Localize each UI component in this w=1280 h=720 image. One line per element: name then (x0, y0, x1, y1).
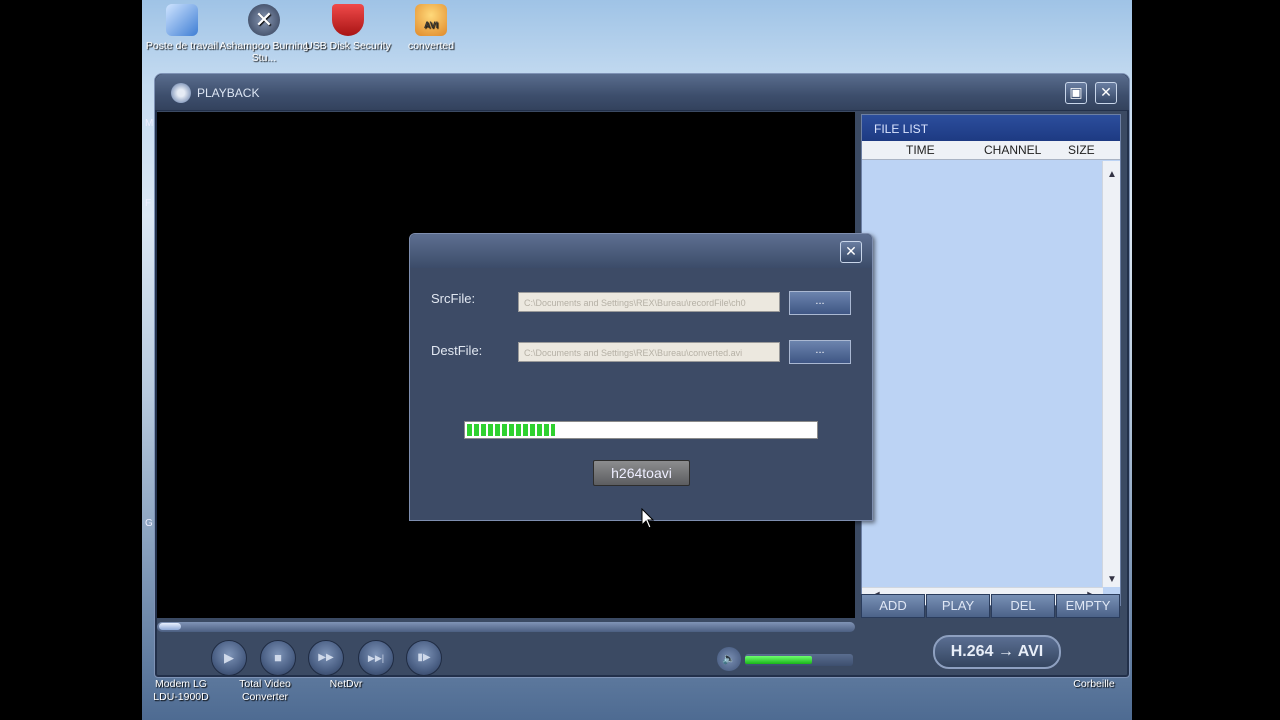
playback-title-bar[interactable]: PLAYBACK ▣ ✕ (155, 74, 1129, 111)
column-size[interactable]: SIZE (1068, 143, 1095, 157)
desktop-icon-usb-disk-security[interactable]: USB Disk Security (303, 2, 393, 52)
avi-file-icon: AVI (415, 4, 447, 36)
desktop-icon-modem[interactable]: Modem LG LDU-1900D (150, 678, 212, 704)
h264toavi-button[interactable]: h264toavi (593, 460, 690, 486)
step-forward-icon: ▶▶| (367, 653, 385, 663)
delete-button[interactable]: DEL (991, 594, 1055, 618)
desktop-icon-corbeille[interactable]: Corbeille (1066, 678, 1122, 691)
close-button[interactable]: ✕ (1095, 82, 1117, 104)
play-button[interactable]: ▶ (211, 640, 247, 676)
dialog-title-bar[interactable]: ✕ (410, 234, 872, 268)
h264-to-avi-button[interactable]: H.264 → AVI (933, 635, 1061, 669)
desktop-icon-poste-de-travail[interactable]: Poste de travail (142, 2, 227, 52)
convert-dialog: ✕ SrcFile: C:\Documents and Settings\REX… (409, 233, 873, 521)
fast-forward-icon: ▶▶ (318, 652, 334, 663)
speaker-icon: 🔈 (722, 653, 736, 665)
restore-button[interactable]: ▣ (1065, 82, 1087, 104)
src-browse-button[interactable]: ... (789, 291, 851, 315)
restore-icon: ▣ (1069, 84, 1083, 100)
volume-button[interactable]: 🔈 (717, 647, 741, 671)
fast-forward-button[interactable]: ▶▶ (308, 640, 344, 676)
desktop-icon-converted[interactable]: AVI converted (386, 2, 476, 52)
playback-title: PLAYBACK (197, 86, 260, 100)
desktop-icon-total-video-converter[interactable]: Total Video Converter (232, 678, 298, 704)
column-channel[interactable]: CHANNEL (984, 143, 1041, 157)
stop-icon: ■ (274, 650, 282, 665)
next-frame-button[interactable]: ▮▶ (406, 640, 442, 676)
shield-icon (332, 4, 364, 36)
file-list-header: TIME CHANNEL SIZE (862, 141, 1120, 160)
desktop-icon-label: Poste de travail (145, 40, 219, 52)
volume-slider[interactable] (745, 654, 853, 666)
dest-browse-button[interactable]: ... (789, 340, 851, 364)
file-list-buttons: ADD PLAY DEL EMPTY (861, 594, 1121, 618)
scroll-up-icon[interactable]: ▲ (1107, 169, 1117, 180)
add-button[interactable]: ADD (861, 594, 925, 618)
step-forward-button[interactable]: ▶▶| (358, 640, 394, 676)
stop-button[interactable]: ■ (260, 640, 296, 676)
playback-logo-icon (171, 83, 191, 103)
src-file-label: SrcFile: (431, 291, 476, 306)
play-file-button[interactable]: PLAY (926, 594, 990, 618)
computer-icon (166, 4, 198, 36)
dialog-close-button[interactable]: ✕ (840, 241, 862, 263)
src-file-input[interactable]: C:\Documents and Settings\REX\Bureau\rec… (518, 292, 780, 312)
ashampoo-icon: ✕ (248, 4, 280, 36)
empty-button[interactable]: EMPTY (1056, 594, 1120, 618)
desktop-icon-label: Ashampoo Burning Stu... (219, 40, 309, 64)
play-icon: ▶ (224, 650, 234, 665)
desktop-icon-label: converted (407, 40, 455, 52)
seek-bar[interactable] (157, 622, 855, 632)
dest-file-input[interactable]: C:\Documents and Settings\REX\Bureau\con… (518, 342, 780, 362)
vertical-scrollbar[interactable]: ▲ ▼ (1102, 161, 1120, 587)
close-icon: ✕ (845, 243, 857, 259)
column-time[interactable]: TIME (906, 143, 935, 157)
conversion-progress-bar (464, 421, 818, 439)
scroll-down-icon[interactable]: ▼ (1107, 574, 1117, 585)
partial-desktop-label: M (145, 118, 154, 129)
file-list-title: FILE LIST (862, 115, 1120, 141)
desktop-icon-ashampoo[interactable]: ✕ Ashampoo Burning Stu... (219, 2, 309, 64)
desktop-icon-label: USB Disk Security (305, 40, 391, 52)
desktop-icon-netdvr[interactable]: NetDvr (318, 678, 374, 691)
partial-desktop-label: G (145, 518, 153, 529)
dest-file-label: DestFile: (431, 343, 483, 358)
next-frame-icon: ▮▶ (417, 652, 431, 663)
progress-fill (467, 424, 555, 436)
volume-fill (745, 656, 812, 664)
file-list-panel: FILE LIST TIME CHANNEL SIZE ▲ ▼ ◀ ▶ (861, 114, 1121, 606)
partial-desktop-label: F (145, 198, 152, 209)
close-icon: ✕ (1100, 84, 1112, 100)
seek-thumb[interactable] (159, 623, 181, 630)
mouse-cursor-icon (641, 508, 655, 529)
